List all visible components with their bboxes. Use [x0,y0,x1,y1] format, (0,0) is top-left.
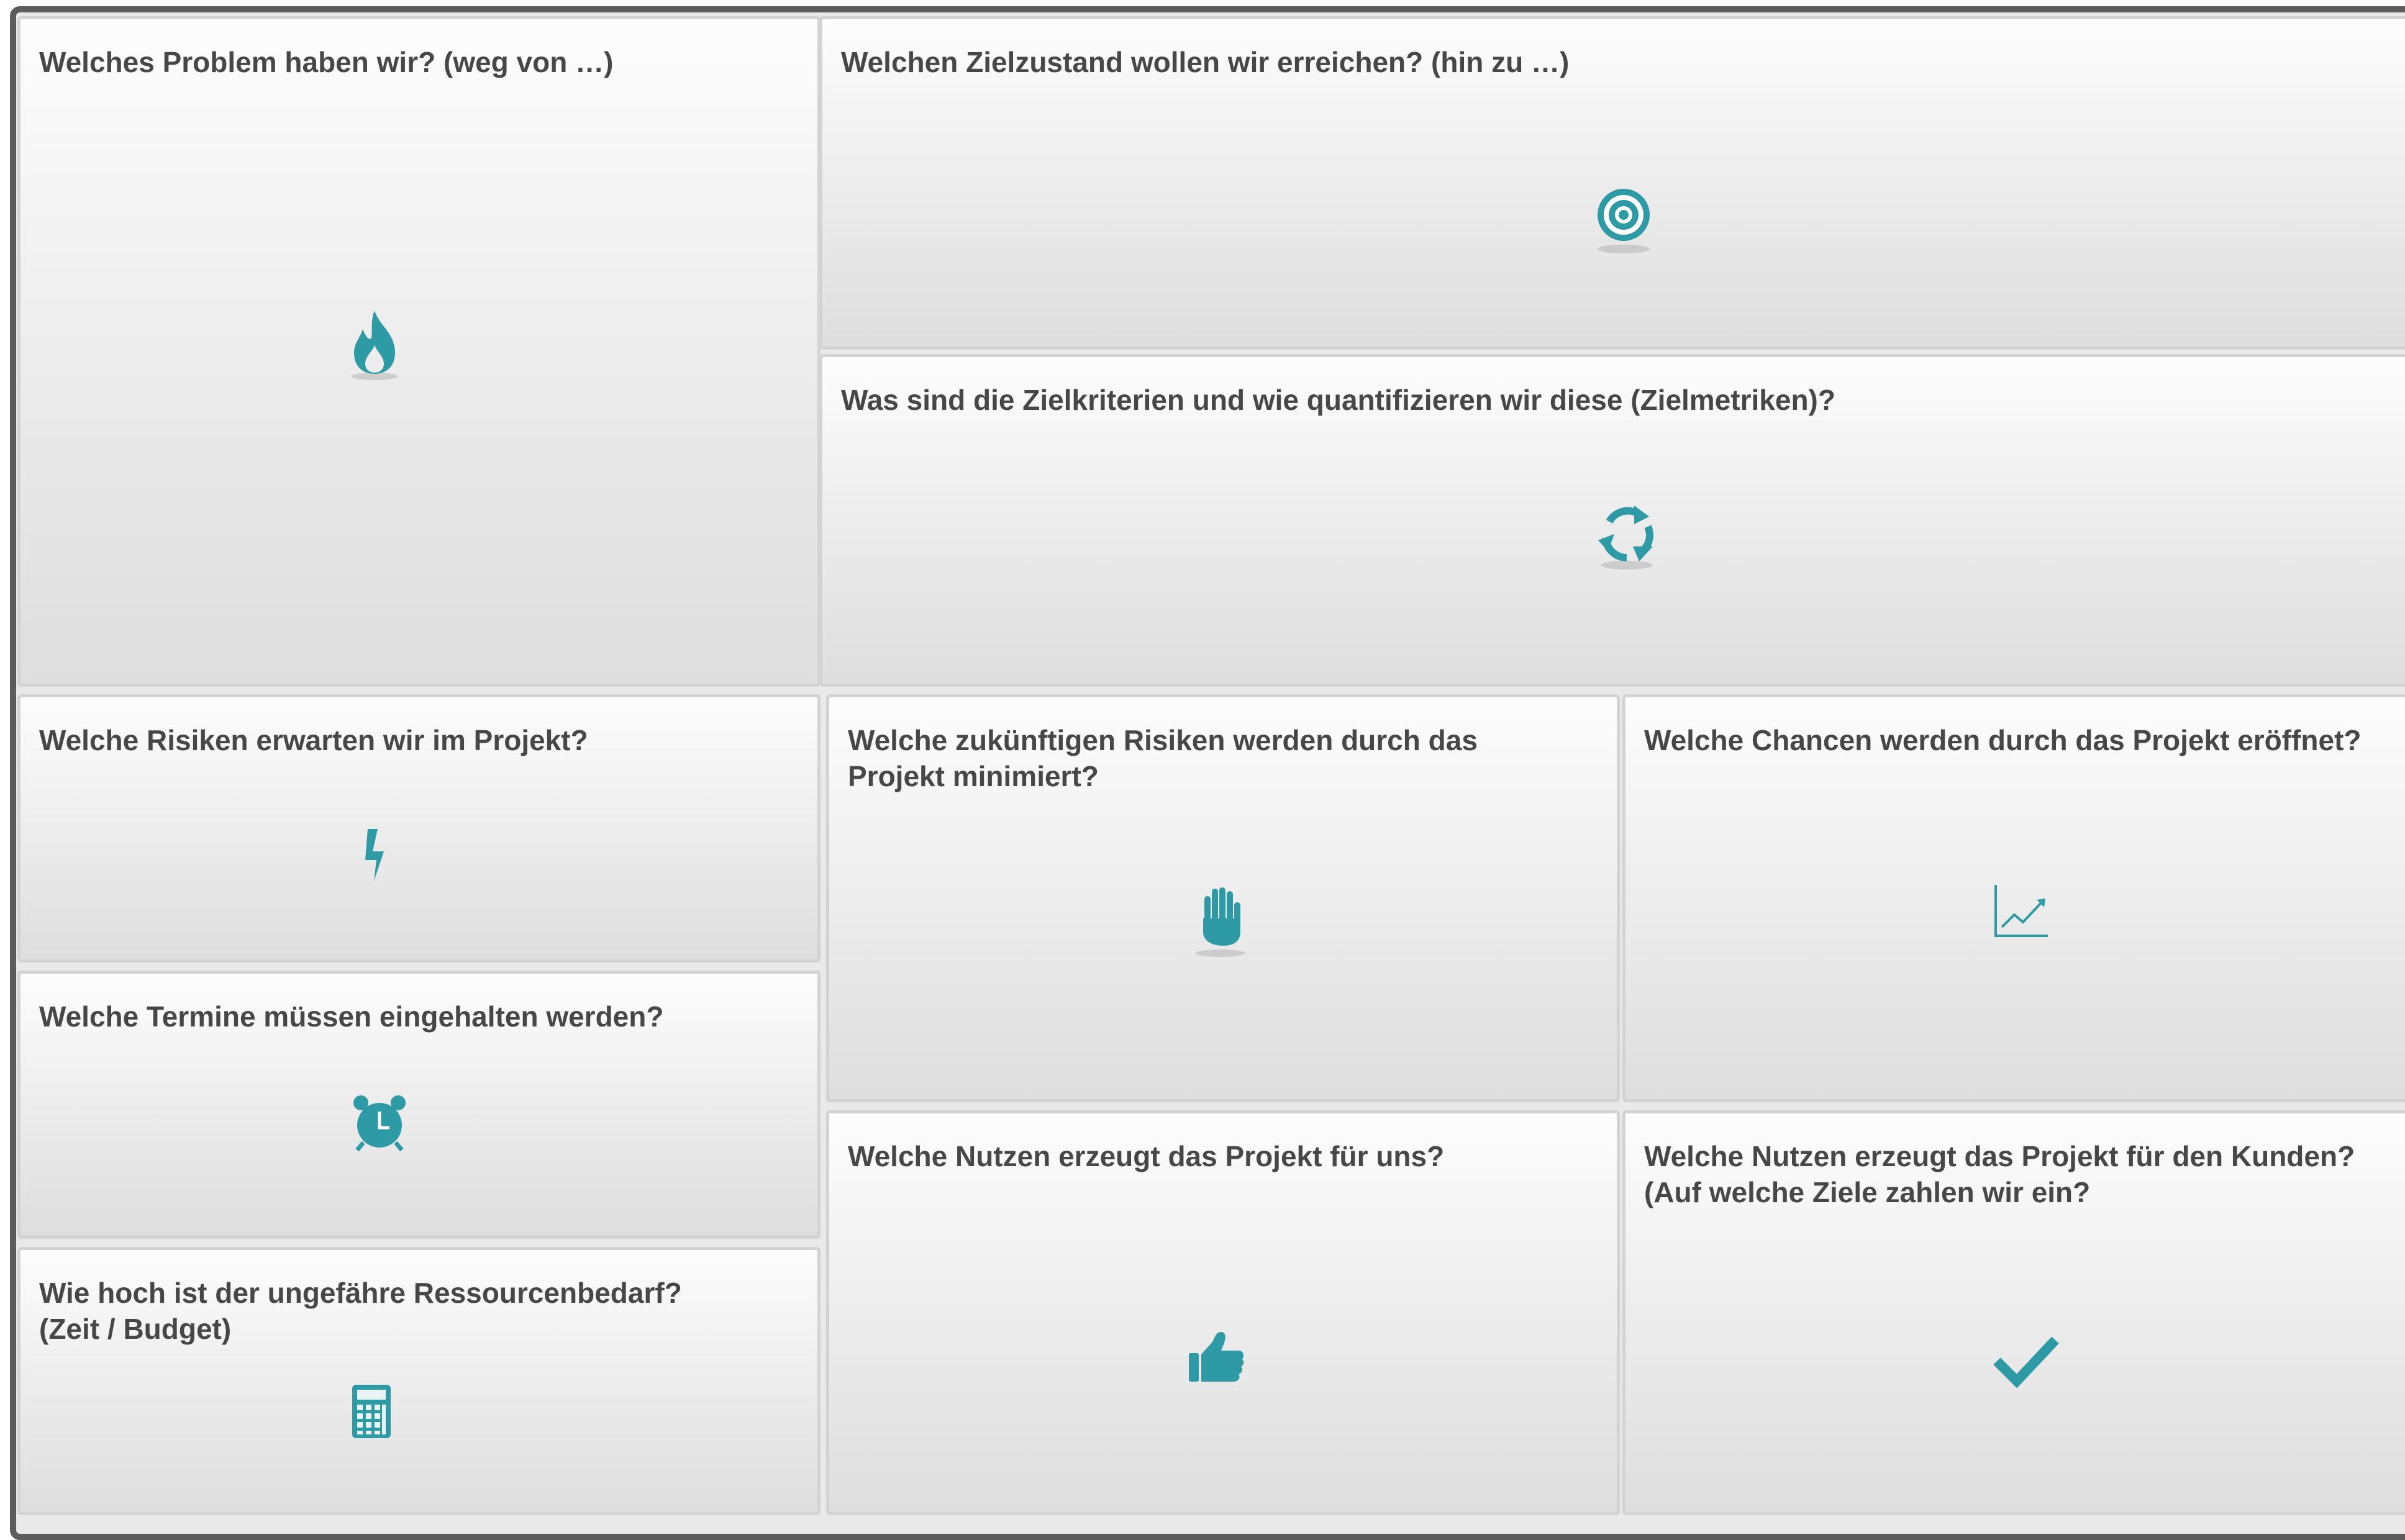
card-title: Welche zukünftigen Risiken werden durch … [848,724,1478,792]
calculator-icon [350,1384,393,1439]
card-benefit-customer[interactable]: Welche Nutzen erzeugt das Projekt für de… [1622,1110,2405,1515]
card-title: Welche Chancen werden durch das Projekt … [1644,724,2362,756]
card-problem[interactable]: Welches Problem haben wir? (weg von …) [17,16,821,687]
card-title: Welche Risiken erwarten wir im Projekt? [39,724,588,756]
card-benefit-us[interactable]: Welche Nutzen erzeugt das Projekt für un… [826,1110,1620,1515]
refresh-cycle-icon [1596,503,1658,571]
flame-icon [347,308,402,383]
card-title: Welche Termine müssen eingehalten werden… [39,1000,664,1033]
card-title: Welches Problem haben wir? (weg von …) [39,46,614,78]
card-title: Welche Nutzen erzeugt das Projekt für de… [1644,1140,2355,1208]
card-goal-criteria[interactable]: Was sind die Zielkriterien und wie quant… [819,354,2405,687]
card-risks[interactable]: Welche Risiken erwarten wir im Projekt? [17,694,821,962]
card-title: Wie hoch ist der ungefähre Ressourcenbed… [39,1277,682,1345]
card-resources[interactable]: Wie hoch ist der ungefähre Ressourcenbed… [17,1247,821,1515]
card-title: Was sind die Zielkriterien und wie quant… [841,384,1835,416]
card-future-risks[interactable]: Welche zukünftigen Risiken werden durch … [826,694,1620,1102]
alarm-clock-icon [350,1093,409,1153]
card-goal-state[interactable]: Welchen Zielzustand wollen wir erreichen… [819,16,2405,350]
card-title: Welchen Zielzustand wollen wir erreichen… [841,46,1570,78]
card-title: Welche Nutzen erzeugt das Projekt für un… [848,1140,1445,1172]
target-icon [1593,187,1655,255]
card-deadlines[interactable]: Welche Termine müssen eingehalten werden… [17,971,821,1239]
line-chart-icon [1992,881,2052,941]
thumbs-up-icon [1186,1329,1246,1385]
card-chances[interactable]: Welche Chancen werden durch das Projekt … [1622,694,2405,1102]
lightning-icon [359,827,390,884]
checkmark-icon [1992,1334,2060,1390]
hand-stop-icon [1189,884,1252,958]
